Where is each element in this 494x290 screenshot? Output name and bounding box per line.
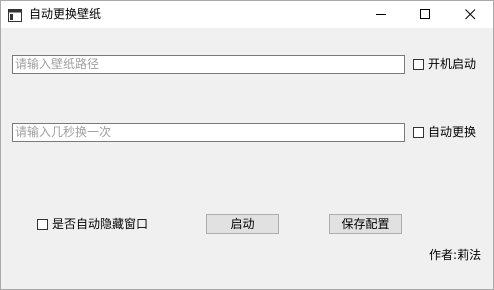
wallpaper-path-input[interactable]: 请输入壁纸路径 bbox=[12, 55, 405, 74]
interval-seconds-placeholder: 请输入几秒换一次 bbox=[15, 125, 112, 139]
maximize-icon bbox=[420, 9, 430, 19]
hide-window-checkbox-box[interactable] bbox=[37, 218, 48, 230]
author-credit: 作者:莉法 bbox=[429, 247, 481, 263]
save-config-button[interactable]: 保存配置 bbox=[329, 214, 402, 234]
wallpaper-path-placeholder: 请输入壁纸路径 bbox=[15, 57, 100, 71]
start-button[interactable]: 启动 bbox=[206, 214, 279, 234]
close-button[interactable] bbox=[449, 1, 493, 28]
auto-change-checkbox-label: 自动更换 bbox=[428, 125, 477, 139]
minimize-button[interactable] bbox=[360, 1, 404, 28]
app-window: 自动更换壁纸 请输入壁纸路径 开机启动 请输入几秒换一次 自动更换 是否自动隐藏… bbox=[0, 0, 494, 290]
startup-checkbox[interactable]: 开机启动 bbox=[413, 56, 476, 72]
interval-seconds-input[interactable]: 请输入几秒换一次 bbox=[12, 123, 405, 142]
auto-change-checkbox[interactable]: 自动更换 bbox=[413, 124, 476, 140]
title-bar[interactable]: 自动更换壁纸 bbox=[1, 1, 493, 28]
app-window-icon bbox=[8, 7, 22, 22]
hide-window-checkbox[interactable]: 是否自动隐藏窗口 bbox=[37, 216, 148, 232]
startup-checkbox-label: 开机启动 bbox=[428, 57, 477, 71]
hide-window-checkbox-label: 是否自动隐藏窗口 bbox=[52, 217, 149, 231]
close-icon bbox=[465, 9, 476, 20]
author-prefix: 作者 bbox=[429, 248, 454, 262]
startup-checkbox-box[interactable] bbox=[413, 58, 424, 70]
author-name: 莉法 bbox=[457, 248, 482, 262]
auto-change-checkbox-box[interactable] bbox=[413, 126, 424, 138]
window-title: 自动更换壁纸 bbox=[29, 7, 102, 21]
minimize-icon bbox=[376, 14, 386, 15]
maximize-button[interactable] bbox=[404, 1, 448, 28]
